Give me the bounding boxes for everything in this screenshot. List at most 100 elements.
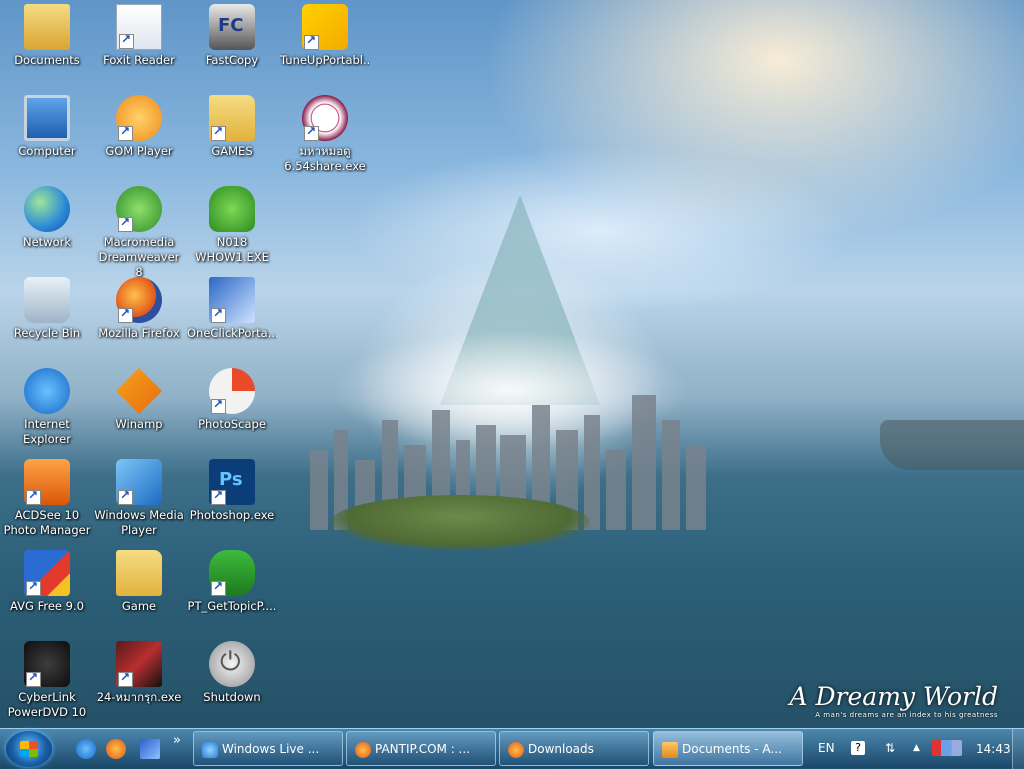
icon-label: Game bbox=[121, 599, 157, 613]
desktop-icon-game[interactable]: Game bbox=[94, 548, 184, 614]
desktop-icon-whow[interactable]: N018 WHOW1.EXE bbox=[187, 184, 277, 265]
task-label: PANTIP.COM : ... bbox=[375, 742, 470, 756]
shortcut-arrow-icon bbox=[118, 124, 133, 141]
desktop-icon-photoshop[interactable]: Photoshop.exe bbox=[187, 457, 277, 523]
desktop-icon-foxit-reader[interactable]: Foxit Reader bbox=[94, 2, 184, 68]
desktop-icon-network[interactable]: Network bbox=[2, 184, 92, 250]
shortcut-arrow-icon bbox=[26, 579, 41, 596]
shortcut-arrow-icon bbox=[118, 670, 133, 687]
icon-label: FastCopy bbox=[205, 53, 259, 67]
tray-status-icons[interactable] bbox=[932, 740, 962, 756]
photoshop-icon bbox=[209, 459, 255, 505]
photoscape-icon bbox=[209, 368, 255, 414]
icon-label: Foxit Reader bbox=[103, 53, 175, 67]
desktop-icon-avg[interactable]: AVG Free 9.0 bbox=[2, 548, 92, 614]
icon-label: Internet Explorer bbox=[23, 417, 71, 446]
tuneup-icon bbox=[302, 4, 348, 50]
help-icon[interactable]: ? bbox=[851, 741, 865, 755]
clock[interactable]: 14:43 bbox=[976, 742, 1011, 756]
show-desktop-button[interactable] bbox=[1012, 729, 1024, 769]
icon-label: TuneUpPortabl... bbox=[280, 53, 370, 67]
folder-icon bbox=[662, 742, 678, 758]
desktop-icon-shutdown[interactable]: Shutdown bbox=[187, 639, 277, 705]
task-label: Windows Live ... bbox=[222, 742, 320, 756]
desktop-icon-fortune[interactable]: มหาหมอดู 6.54share.exe bbox=[280, 93, 370, 174]
desktop-icon-tuneup[interactable]: TuneUpPortabl... bbox=[280, 2, 370, 68]
icon-label: GOM Player bbox=[105, 144, 173, 158]
recycle-bin-icon bbox=[24, 277, 70, 323]
windows-media-player-icon bbox=[116, 459, 162, 505]
icon-label: OneClickPorta... bbox=[187, 326, 277, 340]
icon-label: PT_GetTopicP.... bbox=[187, 599, 277, 613]
folder-icon bbox=[116, 550, 162, 596]
start-button[interactable] bbox=[6, 731, 52, 767]
shortcut-arrow-icon bbox=[26, 670, 41, 687]
documents-folder-icon bbox=[24, 4, 70, 50]
desktop-icon-internet-explorer[interactable]: Internet Explorer bbox=[2, 366, 92, 447]
shortcut-arrow-icon bbox=[118, 488, 133, 505]
firefox-icon bbox=[355, 742, 371, 758]
shortcut-arrow-icon bbox=[211, 488, 226, 505]
firefox-icon bbox=[116, 277, 162, 323]
park-island bbox=[330, 495, 590, 550]
icon-label: Documents bbox=[14, 53, 80, 67]
desktop-icon-gom-player[interactable]: GOM Player bbox=[94, 93, 184, 159]
fortune-icon bbox=[302, 95, 348, 141]
desktop-icon-games[interactable]: GAMES bbox=[187, 93, 277, 159]
oneclick-icon bbox=[209, 277, 255, 323]
taskbar-button-documents[interactable]: Documents - A... bbox=[653, 731, 803, 766]
icon-label: 24-หมากรุก.exe bbox=[96, 690, 182, 704]
powerdvd-icon bbox=[24, 641, 70, 687]
show-hidden-icons-icon[interactable]: ▲ bbox=[913, 743, 920, 753]
winamp-icon bbox=[116, 368, 162, 414]
desktop-icon-dreamweaver[interactable]: Macromedia Dreamweaver 8 bbox=[94, 184, 184, 280]
desktop-icon-windows-media-player[interactable]: Windows Media Player bbox=[94, 457, 184, 538]
icon-label: Macromedia Dreamweaver 8 bbox=[98, 235, 180, 279]
icon-label: Recycle Bin bbox=[13, 326, 81, 340]
windows-live-icon bbox=[202, 742, 218, 758]
desktop-icon-acdsee[interactable]: ACDSee 10 Photo Manager bbox=[2, 457, 92, 538]
cactus-icon bbox=[209, 550, 255, 596]
icon-label: Winamp bbox=[115, 417, 163, 431]
taskbar-button-downloads[interactable]: Downloads bbox=[499, 731, 649, 766]
icon-label: CyberLink PowerDVD 10 bbox=[7, 690, 87, 719]
desktop-icon-oneclick[interactable]: OneClickPorta... bbox=[187, 275, 277, 341]
far-coastline bbox=[880, 420, 1024, 470]
desktop-icon-pt-gettopic[interactable]: PT_GetTopicP.... bbox=[187, 548, 277, 614]
icon-label: Windows Media Player bbox=[94, 508, 184, 537]
desktop-icon-recycle-bin[interactable]: Recycle Bin bbox=[2, 275, 92, 341]
fastcopy-icon bbox=[209, 4, 255, 50]
shortcut-arrow-icon bbox=[118, 306, 133, 323]
icon-label: มหาหมอดู 6.54share.exe bbox=[284, 144, 366, 173]
desktop-icon-documents[interactable]: Documents bbox=[2, 2, 92, 68]
icon-label: Computer bbox=[18, 144, 76, 158]
taskbar-button-windows-live[interactable]: Windows Live ... bbox=[193, 731, 343, 766]
taskbar-button-pantip[interactable]: PANTIP.COM : ... bbox=[346, 731, 496, 766]
shortcut-arrow-icon bbox=[26, 488, 41, 505]
desktop-icon-chess[interactable]: 24-หมากรุก.exe bbox=[94, 639, 184, 705]
desktop-icon-photoscape[interactable]: PhotoScape bbox=[187, 366, 277, 432]
dreamweaver-icon bbox=[116, 186, 162, 232]
quicklaunch-internet-explorer-icon[interactable] bbox=[76, 739, 96, 759]
wallpaper-tagline: A man's dreams are an index to his great… bbox=[815, 711, 998, 719]
quicklaunch-firefox-icon[interactable] bbox=[106, 739, 126, 759]
chess-icon bbox=[116, 641, 162, 687]
avg-icon bbox=[24, 550, 70, 596]
network-tray-icon[interactable]: ⇅ bbox=[885, 741, 895, 755]
desktop-icon-computer[interactable]: Computer bbox=[2, 93, 92, 159]
icon-label: Mozilla Firefox bbox=[98, 326, 180, 340]
firefox-icon bbox=[508, 742, 524, 758]
desktop-icon-powerdvd[interactable]: CyberLink PowerDVD 10 bbox=[2, 639, 92, 720]
icon-label: Shutdown bbox=[203, 690, 261, 704]
desktop-icon-fastcopy[interactable]: FastCopy bbox=[187, 2, 277, 68]
gom-player-icon bbox=[116, 95, 162, 141]
desktop-icon-winamp[interactable]: Winamp bbox=[94, 366, 184, 432]
shortcut-arrow-icon bbox=[211, 397, 226, 414]
language-indicator[interactable]: EN bbox=[818, 741, 835, 755]
desktop-icon-firefox[interactable]: Mozilla Firefox bbox=[94, 275, 184, 341]
quicklaunch-more-button[interactable]: » bbox=[173, 733, 181, 748]
quicklaunch-show-desktop-icon[interactable] bbox=[140, 739, 160, 759]
shortcut-arrow-icon bbox=[211, 306, 226, 323]
shortcut-arrow-icon bbox=[119, 32, 134, 49]
icon-label: Network bbox=[22, 235, 72, 249]
